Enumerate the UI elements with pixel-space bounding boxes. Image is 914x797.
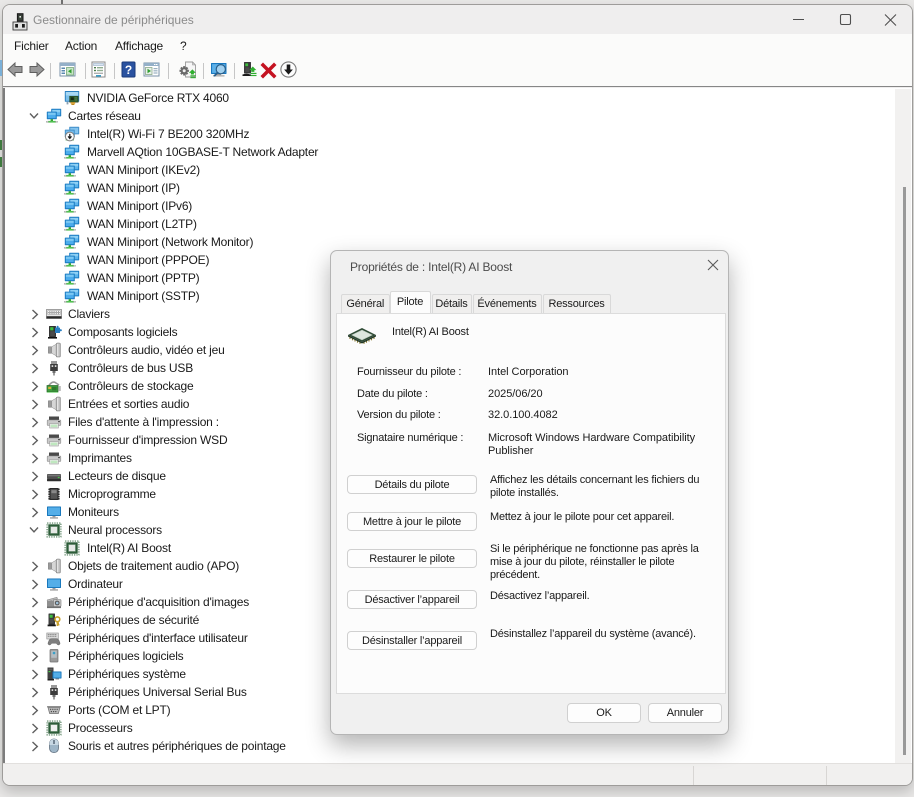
svg-text:?: ?: [125, 63, 132, 77]
